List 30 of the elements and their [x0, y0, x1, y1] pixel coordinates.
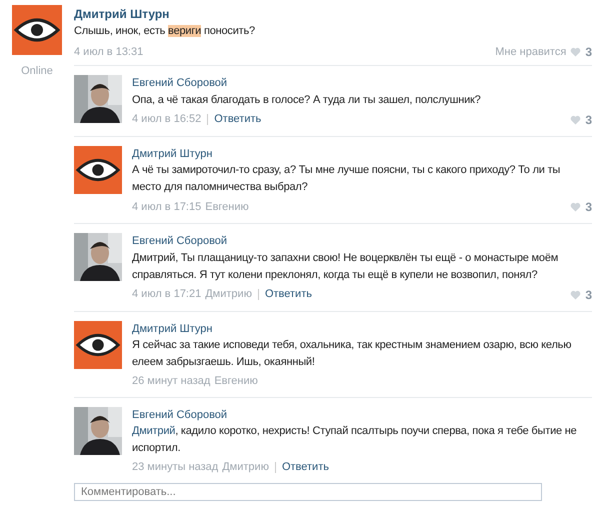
- comment-date: 4 июл в 16:52: [132, 112, 202, 128]
- comment-date: 4 июл в 17:21: [132, 287, 202, 302]
- author-name[interactable]: Евгений Сборовой: [132, 75, 592, 92]
- comment-date: 26 минут назад: [132, 374, 210, 389]
- comment-text: А чё ты замироточил-то сразу, а? Ты мне лучше поясни, ты с какого приходу? То ли ты место для паломничества выбрал?: [132, 163, 562, 195]
- author-name[interactable]: Евгений Сборовой: [132, 406, 592, 423]
- like-count: 3: [585, 44, 592, 61]
- author-name[interactable]: Дмитрий Штурн: [74, 5, 592, 23]
- reply-link[interactable]: Ответить: [258, 289, 312, 300]
- comment-text: Я сейчас за такие исповеди тебя, охальника, так крестным знамением озарю, всю келью елеем забрызгаешь. Ишь, окаянный!: [132, 338, 572, 370]
- like-count: 3: [585, 112, 592, 128]
- comment-text: Слышь, инок, есть вериги поносить?: [74, 24, 256, 39]
- comment-text: Дмитрий, кадило коротко, нехристь! Ступай псалтырь поучи сперва, пока я тебе бытие не испортил.: [132, 424, 578, 456]
- like-count: 3: [585, 286, 592, 304]
- comment-text: Опа, а чё такая благодать в голосе? А туда ли ты зашел, полслушник?: [132, 92, 482, 108]
- comment-date: 4 июл в 17:15: [132, 200, 202, 215]
- comment-field[interactable]: Комментировать...: [74, 482, 542, 500]
- eye-logo-avatar[interactable]: [12, 5, 62, 55]
- comment-date: 4 июл в 13:31: [74, 44, 144, 60]
- eye-logo-avatar[interactable]: [74, 146, 122, 194]
- author-name[interactable]: Дмитрий Штурн: [132, 320, 592, 337]
- author-name[interactable]: Евгений Сборовой: [132, 233, 592, 250]
- eye-logo-avatar[interactable]: [74, 320, 122, 368]
- comment-date: 23 минуты назад: [132, 460, 218, 475]
- reply-link[interactable]: Ответить: [274, 462, 329, 473]
- author-name[interactable]: Дмитрий Штурн: [132, 146, 592, 162]
- online-status: Online: [21, 64, 53, 79]
- comment-text: Дмитрий, Ты плащаницу-то запахни свою! Не воцерквлён ты ещё - о монастыре моём справляться. Я тут колени преклонял, когда ты ещё в купели не возвопил, понял?: [132, 250, 560, 282]
- reply-link[interactable]: Ответить: [207, 114, 262, 125]
- like-count: 3: [585, 199, 592, 216]
